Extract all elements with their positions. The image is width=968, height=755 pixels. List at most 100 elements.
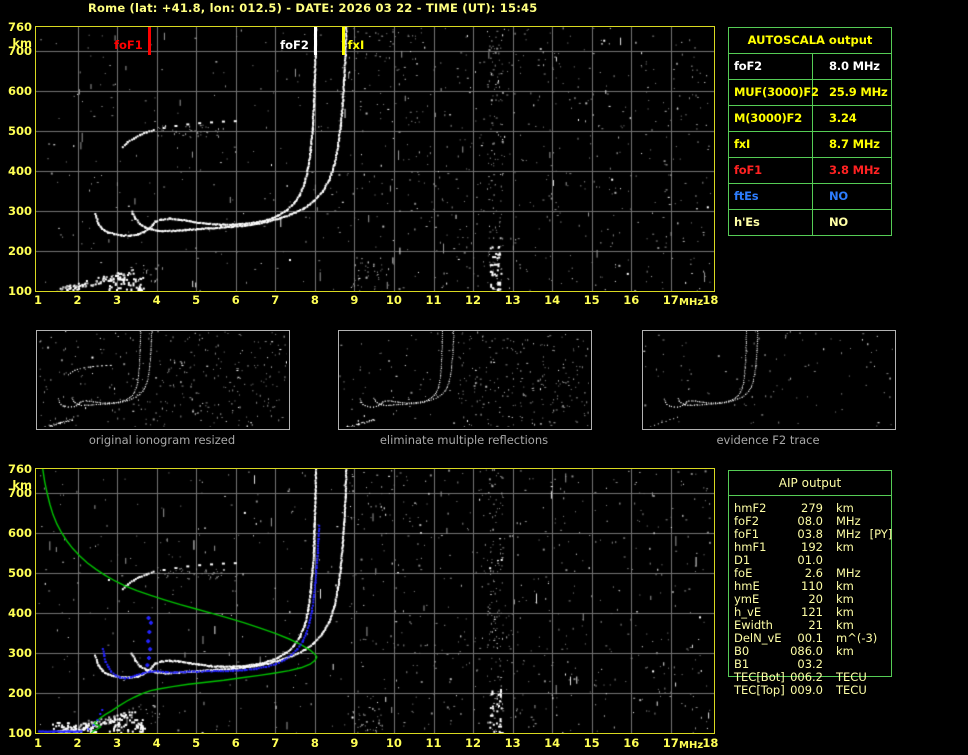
y-tick-label: 760: [2, 462, 32, 476]
autoscala-row-label: MUF(3000)F2: [729, 80, 813, 105]
x-tick-label: 16: [618, 736, 644, 750]
x-tick-label: 8: [302, 736, 328, 750]
x-tick-label: 6: [223, 736, 249, 750]
x-tick-label: 6: [223, 293, 249, 307]
aip-row-value: 009.0: [789, 684, 823, 697]
y-tick-label: 400: [2, 164, 32, 178]
aip-row-label: TEC[Top]: [729, 684, 789, 697]
fof2-marker-line: [314, 27, 317, 55]
autoscala-row-value: 25.9 MHz: [813, 80, 888, 105]
x-tick-label: 1: [25, 736, 51, 750]
autoscala-row-foF2: foF28.0 MHz: [729, 54, 891, 80]
thumbnail-no-multiples-canvas: [339, 331, 589, 427]
autoscala-row-value: 3.8 MHz: [813, 158, 880, 183]
thumbnail-original-canvas: [37, 331, 287, 427]
autoscala-table-title: AUTOSCALA output: [729, 28, 891, 54]
thumbnail-caption-original: original ionogram resized: [36, 433, 288, 447]
autoscala-row-label: fxI: [729, 132, 813, 157]
autoscala-row-label: ftEs: [729, 184, 813, 209]
bottom-plot-y-unit-label: km: [2, 478, 32, 492]
thumbnail-original-ionogram: [36, 330, 290, 430]
fof1-marker-label: foF1: [110, 38, 143, 52]
x-tick-label: 3: [104, 293, 130, 307]
bottom-plot-x-unit-label: MHz: [679, 740, 703, 751]
autoscala-row-MUF3000F2: MUF(3000)F225.9 MHz: [729, 80, 891, 106]
autoscala-row-label: M(3000)F2: [729, 106, 813, 131]
x-tick-label: 4: [144, 736, 170, 750]
fof2-marker-label: foF2: [276, 38, 309, 52]
y-tick-label: 600: [2, 526, 32, 540]
thumbnail-f2-trace-canvas: [643, 331, 893, 427]
autoscala-row-M3000F2: M(3000)F23.24: [729, 106, 891, 132]
fof1-marker-line: [148, 27, 151, 55]
aip-table-rows: hmF2279kmfoF208.0MHzfoF103.8MHz[PY]hmF11…: [729, 502, 891, 697]
x-tick-label: 5: [183, 736, 209, 750]
autoscala-row-label: foF1: [729, 158, 813, 183]
autoscala-output-table: AUTOSCALA output foF28.0 MHzMUF(3000)F22…: [728, 27, 892, 236]
y-tick-label: 300: [2, 204, 32, 218]
top-plot-x-unit-label: MHz: [679, 297, 703, 308]
fxi-marker-label: fxI: [348, 38, 365, 52]
x-tick-label: 5: [183, 293, 209, 307]
x-tick-label: 12: [460, 293, 486, 307]
y-tick-label: 500: [2, 124, 32, 138]
y-tick-label: 500: [2, 566, 32, 580]
x-tick-label: 1: [25, 293, 51, 307]
y-tick-label: 200: [2, 686, 32, 700]
autoscala-row-fxI: fxI8.7 MHz: [729, 132, 891, 158]
x-tick-label: 13: [500, 293, 526, 307]
x-tick-label: 10: [381, 293, 407, 307]
autoscala-table-rows: foF28.0 MHzMUF(3000)F225.9 MHzM(3000)F23…: [729, 54, 891, 235]
x-tick-label: 3: [104, 736, 130, 750]
fxi-marker-line: [342, 27, 345, 55]
y-tick-label: 400: [2, 606, 32, 620]
x-tick-label: 13: [500, 736, 526, 750]
x-tick-label: 2: [65, 736, 91, 750]
x-tick-label: 7: [262, 293, 288, 307]
autoscala-row-value: NO: [813, 184, 848, 209]
x-tick-label: 9: [341, 736, 367, 750]
x-tick-label: 7: [262, 736, 288, 750]
aip-row-unit: km: [836, 541, 854, 554]
thumbnail-caption-no-multiples: eliminate multiple reflections: [338, 433, 590, 447]
aip-row-unit: TECU: [836, 684, 867, 697]
bottom-profile-plot: [35, 468, 715, 734]
y-tick-label: 600: [2, 84, 32, 98]
x-tick-label: 9: [341, 293, 367, 307]
x-tick-label: 15: [579, 736, 605, 750]
autoscala-row-label: h'Es: [729, 210, 813, 235]
x-tick-label: 2: [65, 293, 91, 307]
y-tick-label: 200: [2, 244, 32, 258]
autoscala-row-value: 8.0 MHz: [813, 54, 880, 79]
x-tick-label: 11: [421, 736, 447, 750]
autoscala-row-label: foF2: [729, 54, 813, 79]
x-tick-label: 11: [421, 293, 447, 307]
y-tick-label: 760: [2, 20, 32, 34]
top-plot-y-unit-label: km: [2, 36, 32, 50]
thumbnail-no-multiples: [338, 330, 592, 430]
autoscala-row-value: NO: [813, 210, 848, 235]
top-ionogram-canvas: [36, 27, 714, 291]
autoscala-row-ftEs: ftEsNO: [729, 184, 891, 210]
autoscala-row-value: 3.24: [813, 106, 857, 131]
x-tick-label: 14: [539, 736, 565, 750]
aip-row-note: [PY]: [870, 528, 893, 541]
thumbnail-f2-trace: [642, 330, 896, 430]
x-tick-label: 10: [381, 736, 407, 750]
aip-output-table: AIP output hmF2279kmfoF208.0MHzfoF103.8M…: [728, 470, 892, 677]
x-tick-label: 14: [539, 293, 565, 307]
thumbnail-caption-f2-trace: evidence F2 trace: [642, 433, 894, 447]
aip-row-unit: km: [836, 645, 854, 658]
autoscala-row-hEs: h'EsNO: [729, 210, 891, 235]
x-tick-label: 15: [579, 293, 605, 307]
autoscala-row-foF1: foF13.8 MHz: [729, 158, 891, 184]
autoscala-app-window: Rome (lat: +41.8, lon: 012.5) - DATE: 20…: [0, 0, 968, 755]
x-tick-label: 4: [144, 293, 170, 307]
station-date-time-title: Rome (lat: +41.8, lon: 012.5) - DATE: 20…: [88, 1, 537, 15]
aip-row-TECTop: TEC[Top]009.0 TECU: [729, 684, 891, 697]
x-tick-label: 12: [460, 736, 486, 750]
bottom-profile-canvas: [36, 469, 714, 733]
x-tick-label: 16: [618, 293, 644, 307]
y-tick-label: 300: [2, 646, 32, 660]
aip-table-title: AIP output: [729, 471, 891, 496]
